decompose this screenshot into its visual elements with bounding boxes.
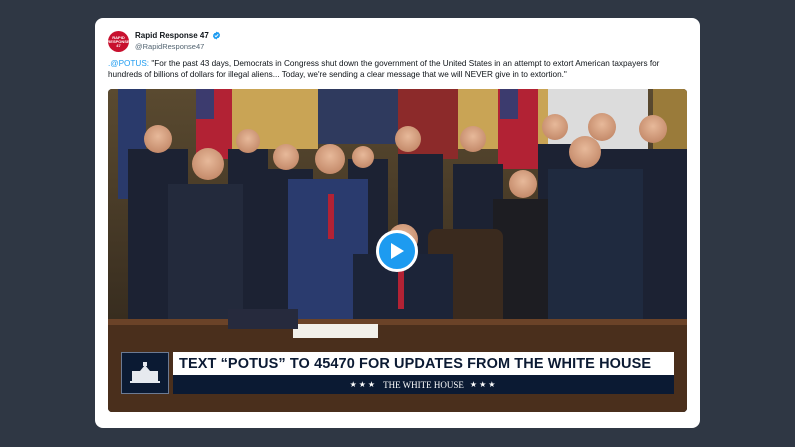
play-icon — [391, 243, 404, 259]
verified-badge-icon — [212, 31, 220, 40]
banner-headline: TEXT “POTUS” TO 45470 FOR UPDATES FROM T… — [173, 352, 674, 375]
mention-link[interactable]: .@POTUS: — [108, 59, 149, 68]
user-handle[interactable]: @RapidResponse47 — [135, 42, 204, 51]
tweet-text: "For the past 43 days, Democrats in Cong… — [108, 59, 660, 79]
stars-left: ★★★ — [349, 380, 378, 389]
lower-third-banner: TEXT “POTUS” TO 45470 FOR UPDATES FROM T… — [121, 352, 674, 394]
avatar-label: RAPID RESPONSE 47 — [108, 34, 129, 48]
tweet-body: .@POTUS: "For the past 43 days, Democrat… — [108, 59, 690, 80]
banner-subtitle-bar: ★★★ THE WHITE HOUSE ★★★ — [173, 375, 674, 394]
display-name[interactable]: Rapid Response 47 — [135, 31, 209, 40]
video-player[interactable]: TEXT “POTUS” TO 45470 FOR UPDATES FROM T… — [108, 89, 687, 412]
white-house-logo-icon — [121, 352, 169, 394]
stars-right: ★★★ — [469, 380, 498, 389]
tweet-card[interactable]: RAPID RESPONSE 47 Rapid Response 47 @Rap… — [95, 18, 700, 428]
avatar[interactable]: RAPID RESPONSE 47 — [108, 31, 129, 52]
banner-subtitle: THE WHITE HOUSE — [383, 379, 464, 390]
play-button[interactable] — [376, 230, 418, 272]
